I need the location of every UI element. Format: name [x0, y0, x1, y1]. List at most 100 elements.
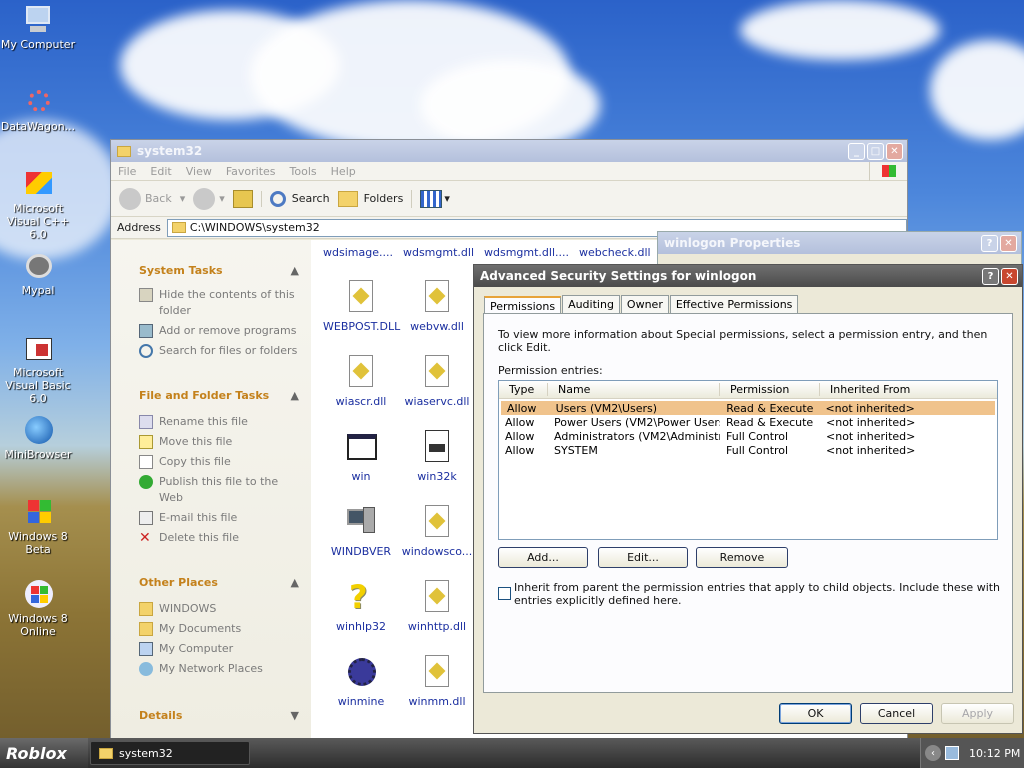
place-windows[interactable]: WINDOWS [111, 599, 311, 619]
cancel-button[interactable]: Cancel [860, 703, 933, 724]
tab-effective-permissions[interactable]: Effective Permissions [669, 295, 799, 314]
inherit-checkbox[interactable] [498, 587, 511, 600]
place-my-documents[interactable]: My Documents [111, 619, 311, 639]
desktop-icon-windows8-beta[interactable]: Windows 8 Beta [0, 496, 76, 556]
file-item[interactable]: webvw.dll [399, 280, 475, 333]
visual-cpp-icon [22, 168, 54, 200]
file-name: WEBPOST.DLL [323, 320, 401, 333]
ok-button[interactable]: OK [779, 703, 852, 724]
task-copy[interactable]: Copy this file [111, 452, 311, 472]
desktop-icon-datawagon[interactable]: DataWagon... [0, 86, 76, 133]
tab-strip: Permissions Auditing Owner Effective Per… [474, 287, 1022, 315]
column-inherited-from[interactable]: Inherited From [820, 383, 997, 396]
taskbar-button-system32[interactable]: system32 [90, 741, 250, 765]
task-search-files[interactable]: Search for files or folders [111, 341, 311, 361]
permission-list[interactable]: Type Name Permission Inherited From Allo… [498, 380, 998, 540]
task-hide-contents[interactable]: Hide the contents of this folder [111, 285, 311, 321]
permission-row[interactable]: Allow SYSTEM Full Control <not inherited> [499, 443, 997, 457]
menu-tools[interactable]: Tools [283, 165, 324, 178]
tab-owner[interactable]: Owner [620, 295, 669, 314]
column-name[interactable]: Name [548, 383, 720, 396]
hide-icon [139, 288, 153, 302]
file-item[interactable]: wdsmgmt.dll.... [484, 246, 569, 259]
desktop-icon-visual-cpp[interactable]: Microsoft Visual C++ 6.0 [0, 168, 76, 241]
folder-icon [117, 145, 131, 157]
rename-icon [139, 415, 153, 429]
permission-row[interactable]: Allow Administrators (VM2\Administrat... F… [499, 429, 997, 443]
column-type[interactable]: Type [499, 383, 548, 396]
permission-row[interactable]: Allow Users (VM2\Users) Read & Execute <not… [501, 401, 995, 415]
details-header[interactable]: Details ▼ [111, 709, 311, 722]
file-item[interactable]: win [323, 430, 399, 483]
system-tasks-header[interactable]: System Tasks ▲ [111, 264, 311, 277]
start-button[interactable]: Roblox [0, 738, 88, 768]
edit-button[interactable]: Edit... [598, 547, 688, 568]
search-icon [269, 190, 286, 207]
file-item[interactable]: win32k [399, 430, 475, 483]
up-folder-button[interactable] [232, 189, 253, 208]
tray-expand-icon[interactable]: ‹ [925, 745, 941, 761]
file-tasks-header[interactable]: File and Folder Tasks ▲ [111, 389, 311, 402]
add-button[interactable]: Add... [498, 547, 588, 568]
file-item[interactable]: wiascr.dll [323, 355, 399, 408]
task-pane: System Tasks ▲ Hide the contents of this… [111, 240, 311, 738]
task-delete[interactable]: ✕ Delete this file [111, 528, 311, 548]
menu-favorites[interactable]: Favorites [219, 165, 283, 178]
search-button[interactable]: Search [260, 190, 330, 207]
file-item[interactable]: wdsimage.... [323, 246, 393, 259]
file-name: win32k [417, 470, 457, 483]
file-item[interactable]: webcheck.dll [579, 246, 651, 259]
help-button[interactable]: ? [982, 267, 999, 285]
file-item[interactable]: winmm.dll [399, 655, 475, 708]
place-my-computer[interactable]: My Computer [111, 639, 311, 659]
forward-button[interactable]: ▾ [193, 187, 225, 210]
task-email[interactable]: E-mail this file [111, 508, 311, 528]
desktop-icon-minibrowser[interactable]: MiniBrowser [0, 414, 76, 461]
clock[interactable]: 10:12 PM [969, 747, 1020, 760]
file-item[interactable]: WEBPOST.DLL [323, 280, 401, 333]
help-button[interactable]: ? [981, 234, 998, 252]
menu-help[interactable]: Help [324, 165, 363, 178]
minimize-button[interactable]: _ [848, 142, 865, 160]
apply-button[interactable]: Apply [941, 703, 1014, 724]
dialog-titlebar[interactable]: Advanced Security Settings for winlogon … [474, 265, 1022, 287]
views-button[interactable]: ▾ [411, 189, 450, 208]
task-move[interactable]: Move this file [111, 432, 311, 452]
desktop-icon-visual-basic[interactable]: Microsoft Visual Basic 6.0 [0, 332, 76, 405]
file-item[interactable]: windowsco... [399, 505, 475, 558]
maximize-button[interactable]: □ [867, 142, 884, 160]
menu-file[interactable]: File [111, 165, 143, 178]
back-button[interactable]: Back ▾ [119, 187, 185, 210]
file-item[interactable]: wdsmgmt.dll [403, 246, 474, 259]
delete-icon: ✕ [139, 530, 151, 546]
file-item[interactable]: wiaservc.dll [399, 355, 475, 408]
file-item[interactable]: winmine [323, 655, 399, 708]
tab-auditing[interactable]: Auditing [562, 295, 620, 314]
close-button[interactable]: ✕ [1001, 267, 1018, 285]
column-permission[interactable]: Permission [720, 383, 820, 396]
file-item[interactable]: ? winhlp32 [323, 580, 399, 633]
desktop-icon-my-computer[interactable]: My Computer [0, 4, 76, 51]
task-publish[interactable]: Publish this file to the Web [111, 472, 311, 508]
task-add-remove-programs[interactable]: Add or remove programs [111, 321, 311, 341]
desktop-icon-windows8-online[interactable]: Windows 8 Online [0, 578, 76, 638]
menu-view[interactable]: View [179, 165, 219, 178]
folders-icon [337, 190, 358, 207]
place-network[interactable]: My Network Places [111, 659, 311, 679]
close-button[interactable]: ✕ [886, 142, 903, 160]
file-item[interactable]: WINDBVER [323, 505, 399, 558]
remove-button[interactable]: Remove [696, 547, 788, 568]
cloud [740, 0, 940, 60]
explorer-titlebar[interactable]: system32 _ □ ✕ [111, 140, 907, 162]
dll-icon [421, 655, 453, 691]
desktop-icon-mypal[interactable]: Mypal [0, 250, 76, 297]
folders-button[interactable]: Folders [337, 190, 403, 207]
close-button[interactable]: ✕ [1000, 234, 1017, 252]
file-item[interactable]: winhttp.dll [399, 580, 475, 633]
properties-titlebar[interactable]: winlogon Properties ? ✕ [658, 232, 1021, 254]
menu-edit[interactable]: Edit [143, 165, 178, 178]
permission-row[interactable]: Allow Power Users (VM2\Power Users) Read &… [499, 415, 997, 429]
task-rename[interactable]: Rename this file [111, 412, 311, 432]
other-places-header[interactable]: Other Places ▲ [111, 576, 311, 589]
network-icon[interactable] [945, 746, 959, 760]
